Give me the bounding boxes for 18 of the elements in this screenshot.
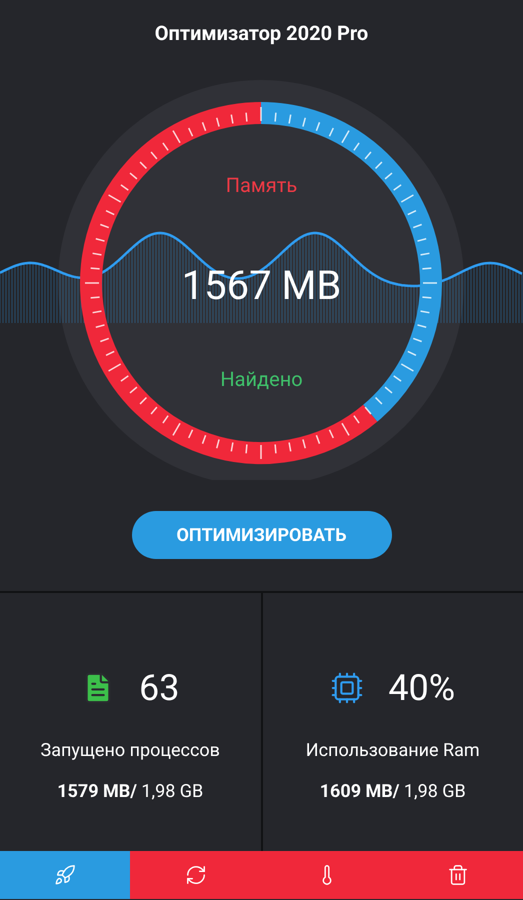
- nav-tab[interactable]: [130, 851, 261, 899]
- stat-label: Запущено процессов: [40, 739, 220, 763]
- stat-label: Использование Ram: [306, 739, 480, 763]
- stat-usage: 1609 MB/ 1,98 GB: [320, 780, 466, 804]
- trash-icon: [446, 864, 468, 886]
- nav-tab[interactable]: [392, 851, 523, 899]
- nav-tab[interactable]: [0, 851, 130, 899]
- optimize-button[interactable]: ОПТИМИЗИРОВАТЬ: [132, 511, 392, 559]
- refresh-icon: [184, 864, 206, 886]
- stat-value: 40%: [388, 666, 456, 711]
- app-title: Оптимизатор 2020 Pro: [154, 20, 368, 47]
- found-label: Найдено: [220, 366, 303, 393]
- stat-usage: 1579 MB/ 1,98 GB: [57, 780, 204, 804]
- memory-label: Память: [226, 172, 298, 199]
- rocket-icon: [54, 864, 76, 886]
- stat-value: 63: [139, 666, 180, 711]
- chip-icon: [330, 671, 364, 705]
- memory-value: 1567 MB: [182, 261, 342, 311]
